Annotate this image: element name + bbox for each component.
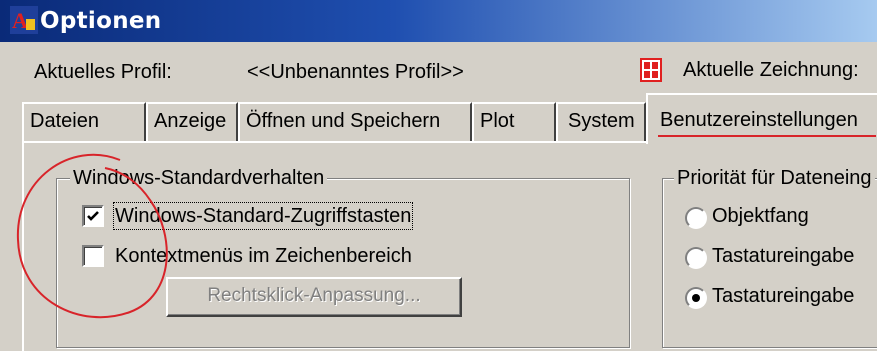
tab-oeffnen-und-speichern[interactable]: Öffnen und Speichern xyxy=(238,102,472,142)
tab-dateien[interactable]: Dateien xyxy=(22,102,146,142)
tab-system[interactable]: System xyxy=(556,102,646,142)
drawing-icon xyxy=(640,58,662,82)
current-profile-label: Aktuelles Profil: xyxy=(34,61,172,83)
tab-label: Anzeige xyxy=(154,110,227,132)
tab-label: Plot xyxy=(480,110,515,132)
autocad-app-icon[interactable]: A xyxy=(10,6,38,34)
tab-benutzereinstellungen[interactable]: Benutzereinstellungen xyxy=(646,93,877,144)
tab-label: Dateien xyxy=(30,110,99,132)
tab-anzeige[interactable]: Anzeige xyxy=(146,102,238,142)
tab-underline xyxy=(658,135,876,137)
tab-label: System xyxy=(568,110,635,132)
svg-text:A: A xyxy=(12,8,28,33)
title-bar[interactable]: A Optionen xyxy=(0,0,877,42)
tab-label: Benutzereinstellungen xyxy=(660,109,858,131)
window-title: Optionen xyxy=(40,8,162,34)
tab-label: Öffnen und Speichern xyxy=(246,110,441,132)
current-drawing-label: Aktuelle Zeichnung: xyxy=(683,59,859,81)
current-profile-value: <<Unbenanntes Profil>> xyxy=(247,61,464,83)
tab-panel xyxy=(22,141,877,351)
tab-plot[interactable]: Plot xyxy=(472,102,556,142)
